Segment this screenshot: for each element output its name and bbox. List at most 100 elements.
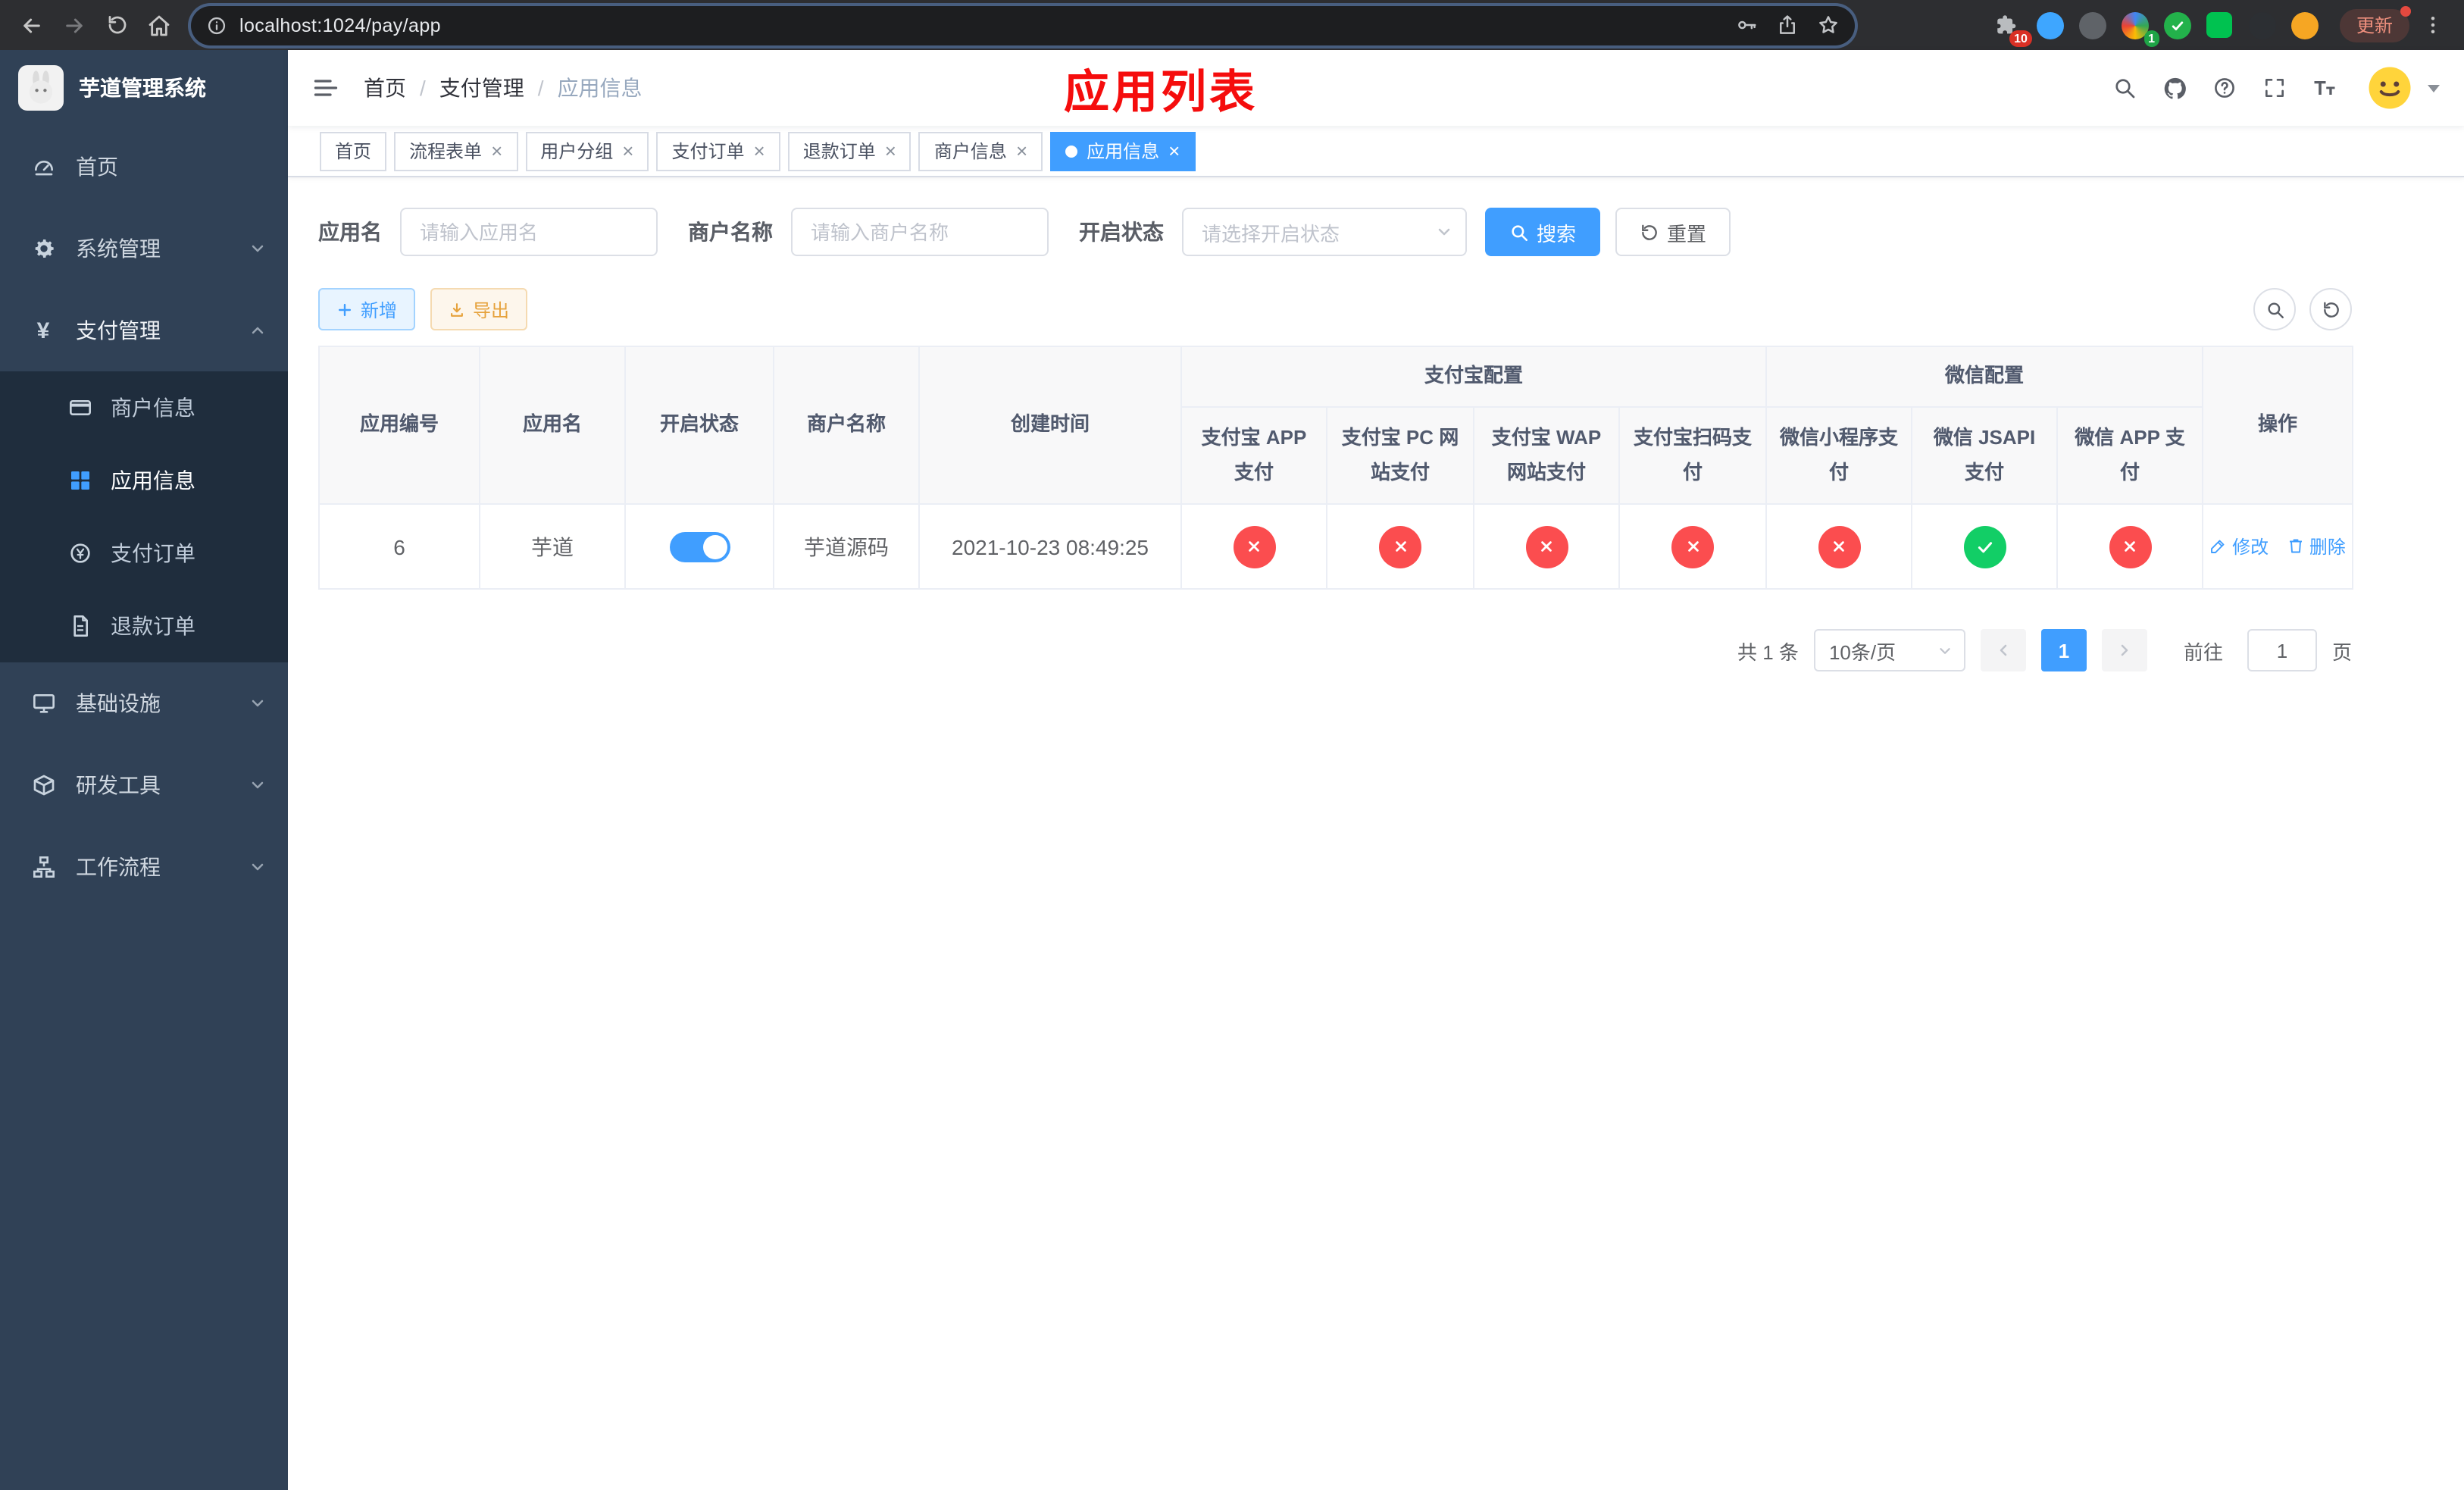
font-size-icon[interactable] [2305, 68, 2344, 108]
caret-down-icon[interactable] [2428, 84, 2440, 92]
chevron-down-icon [1940, 647, 1950, 653]
github-icon[interactable] [2155, 68, 2194, 108]
search-icon [2267, 302, 2283, 318]
app-name-input[interactable] [400, 208, 658, 256]
status-toggle[interactable] [669, 531, 730, 562]
extension-icon[interactable] [2203, 8, 2237, 42]
sidebar: 芋道管理系统 首页 系统管理 ¥ 支付管理 商户信息 应用信息 支付订单 退款订… [0, 50, 288, 1490]
tab-merchant-info[interactable]: 商户信息 [918, 131, 1043, 171]
next-page-button[interactable] [2101, 629, 2147, 671]
tab-flow-form[interactable]: 流程表单 [394, 131, 518, 171]
monitor-icon [30, 690, 56, 716]
fullscreen-icon[interactable] [2255, 68, 2294, 108]
close-icon[interactable] [1168, 141, 1180, 161]
column-header-wx-mini: 微信小程序支付 [1765, 406, 1913, 505]
cell-wx-app [2056, 503, 2204, 590]
sidebar-item-refund-order[interactable]: 退款订单 [0, 590, 288, 662]
edit-link[interactable]: 修改 [2209, 534, 2269, 559]
home-button[interactable] [139, 5, 179, 45]
sidebar-item-devtools[interactable]: 研发工具 [0, 744, 288, 826]
pagination-total: 共 1 条 [1737, 640, 1799, 663]
sidebar-item-home[interactable]: 首页 [0, 126, 288, 208]
browser-update-button[interactable]: 更新 [2339, 5, 2411, 42]
tab-app-info[interactable]: 应用信息 [1050, 131, 1196, 171]
extension-icon[interactable] [2034, 8, 2067, 42]
reset-button-label: 重置 [1667, 222, 1707, 245]
sidebar-item-infrastructure[interactable]: 基础设施 [0, 662, 288, 744]
extension-icon[interactable] [2246, 8, 2279, 42]
chevron-down-icon [249, 694, 267, 712]
refresh-table-button[interactable] [2309, 288, 2352, 330]
close-icon[interactable] [1016, 141, 1027, 161]
breadcrumb-home[interactable]: 首页 [364, 73, 406, 103]
help-icon[interactable] [2205, 68, 2244, 108]
sidebar-item-label: 支付管理 [76, 318, 161, 343]
share-icon[interactable] [1768, 7, 1805, 43]
column-header-app-name: 应用名 [479, 346, 626, 505]
goto-page-input[interactable] [2247, 629, 2317, 671]
sidebar-item-app-info[interactable]: 应用信息 [0, 444, 288, 517]
extension-glyph [2290, 11, 2319, 39]
box-icon [30, 772, 56, 798]
forward-button[interactable] [55, 5, 94, 45]
group-header-wechat: 微信配置 [1765, 346, 2204, 408]
search-icon[interactable] [2105, 68, 2144, 108]
prev-page-button[interactable] [1980, 629, 2026, 671]
column-header-alipay-app: 支付宝 APP 支付 [1180, 406, 1327, 505]
pagination: 共 1 条 10条/页 1 前往 页 [318, 629, 2352, 671]
cell-alipay-pc [1326, 503, 1474, 590]
browser-menu-icon[interactable] [2412, 5, 2452, 45]
delete-link[interactable]: 删除 [2287, 534, 2346, 559]
status-select[interactable]: 请选择开启状态 [1182, 208, 1467, 256]
sidebar-toggle-icon[interactable] [312, 74, 339, 102]
tab-pay-order[interactable]: 支付订单 [656, 131, 780, 171]
password-key-icon[interactable] [1728, 7, 1764, 43]
sidebar-item-system[interactable]: 系统管理 [0, 208, 288, 290]
search-button[interactable]: 搜索 [1485, 208, 1601, 256]
close-icon[interactable] [754, 141, 765, 161]
breadcrumb-separator: / [537, 76, 544, 100]
user-avatar[interactable] [2367, 65, 2412, 111]
app-name-label: 应用名 [318, 220, 382, 244]
bookmark-star-icon[interactable] [1809, 7, 1846, 43]
toggle-search-button[interactable] [2253, 288, 2296, 330]
tab-label: 商户信息 [933, 141, 1007, 162]
breadcrumb: 首页 / 支付管理 / 应用信息 [364, 73, 643, 103]
app-table: 应用编号 应用名 开启状态 商户名称 创建时间 支付宝配置 微信配置 操作 支付… [318, 346, 2354, 590]
back-button[interactable] [12, 5, 52, 45]
merchant-name-input[interactable] [791, 208, 1049, 256]
extension-icon[interactable] [2076, 8, 2109, 42]
add-button-label: 新增 [361, 299, 398, 321]
extensions-puzzle-icon[interactable]: 10 [1991, 8, 2032, 46]
extension-icon[interactable] [2288, 8, 2322, 42]
cell-wx-jsapi [1911, 503, 2059, 590]
reload-button[interactable] [97, 5, 136, 45]
disabled-icon [1671, 525, 1714, 568]
add-button[interactable]: 新增 [318, 288, 416, 330]
address-bar[interactable]: localhost:1024/pay/app [191, 5, 1855, 45]
sidebar-item-pay-order[interactable]: 支付订单 [0, 517, 288, 590]
page-number-button[interactable]: 1 [2040, 629, 2087, 671]
reset-button[interactable]: 重置 [1615, 208, 1731, 256]
tab-user-group[interactable]: 用户分组 [525, 131, 649, 171]
sidebar-item-workflow[interactable]: 工作流程 [0, 826, 288, 908]
extension-icon[interactable] [2161, 8, 2194, 42]
export-button[interactable]: 导出 [430, 288, 528, 330]
close-icon[interactable] [491, 141, 502, 161]
profile-avatar-icon[interactable]: 1 [2118, 8, 2159, 46]
browser-toolbar: localhost:1024/pay/app 10 1 更新 [0, 0, 2464, 50]
refresh-icon [2323, 301, 2338, 317]
status-select-placeholder: 请选择开启状态 [1202, 222, 1340, 245]
page-size-select[interactable]: 10条/页 [1813, 629, 1965, 671]
sidebar-item-payment[interactable]: ¥ 支付管理 [0, 290, 288, 371]
close-icon[interactable] [622, 141, 633, 161]
cell-status [624, 503, 774, 590]
disabled-icon [1233, 525, 1275, 568]
pencil-icon [2211, 540, 2225, 554]
site-info-icon[interactable] [206, 14, 227, 36]
sidebar-item-merchant-info[interactable]: 商户信息 [0, 371, 288, 444]
tab-home[interactable]: 首页 [320, 131, 387, 171]
tab-refund-order[interactable]: 退款订单 [787, 131, 911, 171]
breadcrumb-section[interactable]: 支付管理 [439, 73, 524, 103]
close-icon[interactable] [885, 141, 896, 161]
